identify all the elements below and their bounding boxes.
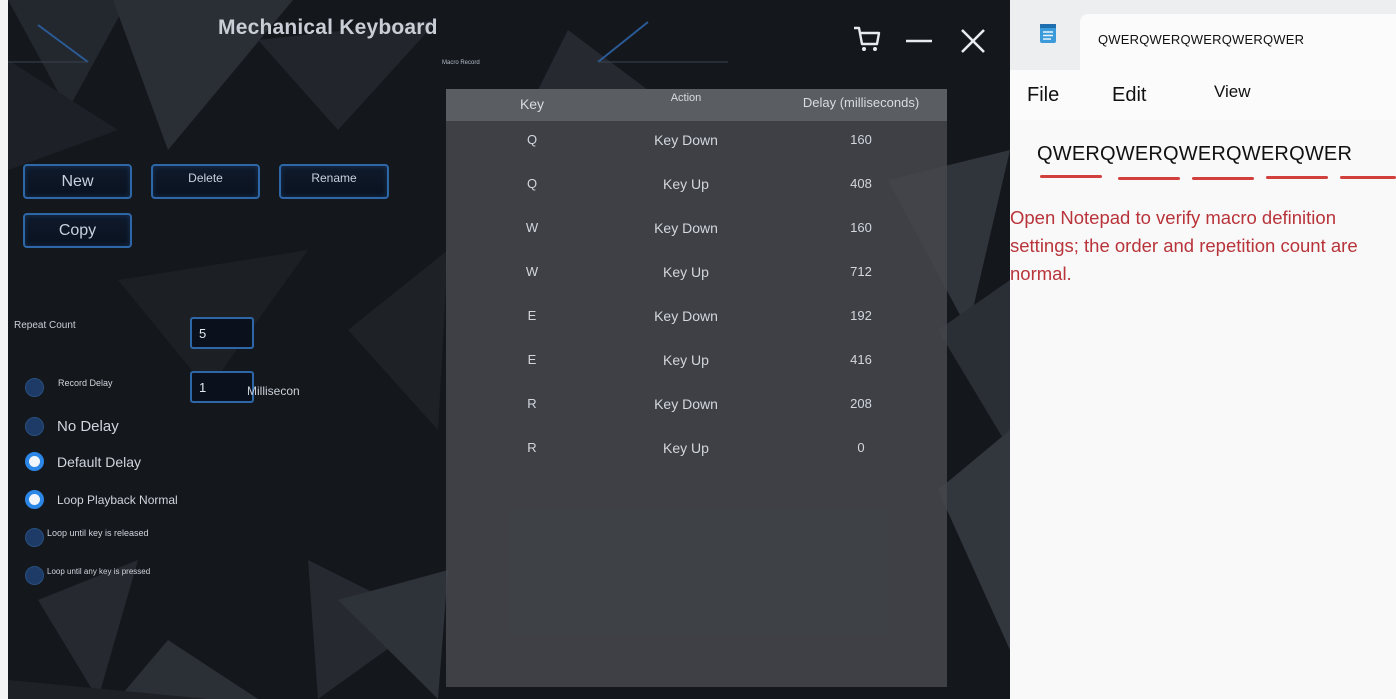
minimize-button[interactable] (902, 22, 936, 56)
record-delay-radio[interactable] (25, 378, 44, 397)
row-delay: 192 (850, 308, 872, 323)
macro-record-table: Key Action Delay (milliseconds) Q Key Do… (446, 89, 947, 687)
row-key: E (527, 308, 537, 323)
row-key: W (525, 264, 539, 279)
menu-view[interactable]: View (1214, 82, 1251, 102)
record-delay-unit: Millisecon (247, 384, 300, 398)
menu-file[interactable]: File (1027, 84, 1059, 107)
row-key: Q (526, 176, 538, 191)
close-button[interactable] (956, 22, 990, 56)
row-key: E (527, 352, 537, 367)
loop-until-any-key-label: Loop until any key is pressed (47, 566, 151, 576)
row-key: W (525, 220, 539, 235)
copy-button[interactable]: Copy (23, 213, 132, 248)
row-action: Key Up (663, 352, 709, 368)
row-action: Key Down (654, 308, 718, 324)
macro-record-caption: Macro Record (442, 60, 480, 66)
row-key: Q (526, 132, 538, 147)
loop-playback-normal-radio[interactable] (25, 490, 44, 509)
no-delay-option[interactable]: No Delay (25, 417, 119, 436)
app-title: Mechanical Keyboard (218, 16, 438, 39)
record-delay-input[interactable] (190, 371, 254, 403)
row-delay: 416 (850, 352, 872, 367)
notepad-window: QWERQWERQWERQWERQWER File Edit View QWER… (1010, 0, 1396, 699)
cart-button[interactable] (850, 22, 884, 56)
loop-until-released-label: Loop until key is released (47, 528, 149, 538)
loop-until-any-key-option[interactable]: Loop until any key is pressed (25, 566, 150, 585)
repeat-count-input[interactable] (190, 317, 254, 349)
row-delay: 208 (850, 396, 872, 411)
loop-playback-normal-label: Loop Playback Normal (57, 492, 178, 507)
tab-title: QWERQWERQWERQWERQWER (1098, 32, 1305, 47)
row-action: Key Down (654, 396, 718, 412)
row-key: R (527, 396, 537, 411)
minimize-icon (906, 39, 932, 43)
record-delay-option[interactable]: Record Delay (25, 378, 113, 397)
default-delay-label: Default Delay (57, 453, 142, 470)
default-delay-option[interactable]: Default Delay (25, 452, 141, 471)
table-row[interactable]: Q Key Up 408 (446, 171, 947, 201)
row-action: Key Up (663, 176, 709, 192)
table-row[interactable]: W Key Up 712 (446, 259, 947, 289)
table-row[interactable]: R Key Up 0 (446, 435, 947, 465)
row-action: Key Up (663, 440, 709, 456)
table-row[interactable]: R Key Down 208 (446, 391, 947, 421)
notepad-icon (1040, 24, 1056, 43)
row-delay: 712 (850, 264, 872, 279)
header-action: Action (670, 92, 702, 104)
no-delay-label: No Delay (57, 418, 119, 435)
table-row[interactable]: Q Key Down 160 (446, 127, 947, 157)
new-button[interactable]: New (23, 164, 132, 199)
header-delay: Delay (milliseconds) (802, 95, 920, 110)
row-delay: 160 (850, 220, 872, 235)
notepad-tab-bar: QWERQWERQWERQWERQWER (1010, 0, 1396, 70)
spellcheck-underline (1340, 176, 1396, 179)
annotation-note: Open Notepad to verify macro definition … (1010, 207, 1358, 284)
table-row[interactable]: E Key Up 416 (446, 347, 947, 377)
notepad-tab[interactable]: QWERQWERQWERQWERQWER (1080, 14, 1396, 70)
default-delay-radio[interactable] (25, 452, 44, 471)
row-action: Key Up (663, 264, 709, 280)
delete-button[interactable]: Delete (151, 164, 260, 199)
loop-until-released-option[interactable]: Loop until key is released (25, 528, 149, 547)
rename-button[interactable]: Rename (279, 164, 389, 199)
text-editor-area[interactable]: QWERQWERQWERQWERQWER Open Notepad to ver… (1010, 120, 1396, 699)
table-row[interactable]: W Key Down 160 (446, 215, 947, 245)
close-icon (961, 29, 985, 53)
record-delay-label: Record Delay (58, 377, 113, 388)
editor-text[interactable]: QWERQWERQWERQWERQWER (1037, 143, 1352, 166)
cart-icon (854, 26, 881, 51)
spellcheck-underline (1266, 176, 1328, 179)
no-delay-radio[interactable] (25, 417, 44, 436)
keyboard-app-window: Mechanical Keyboard New Delete Rename Co… (8, 0, 1010, 699)
row-action: Key Down (654, 220, 718, 236)
header-key: Key (519, 96, 545, 112)
spellcheck-underline (1192, 177, 1254, 180)
menu-bar: File Edit View (1010, 70, 1396, 120)
row-delay: 0 (857, 440, 865, 455)
spellcheck-underline (1118, 177, 1180, 180)
loop-until-any-key-radio[interactable] (25, 566, 44, 585)
table-row[interactable]: E Key Down 192 (446, 303, 947, 333)
table-header: Key Action Delay (milliseconds) (446, 89, 947, 121)
spellcheck-underline (1040, 175, 1102, 178)
loop-until-released-radio[interactable] (25, 528, 44, 547)
row-key: R (527, 440, 537, 455)
row-delay: 160 (850, 132, 872, 147)
row-delay: 408 (850, 176, 872, 191)
menu-edit[interactable]: Edit (1112, 84, 1146, 107)
row-action: Key Down (654, 132, 718, 148)
repeat-count-label: Repeat Count (14, 320, 76, 331)
loop-playback-normal-option[interactable]: Loop Playback Normal (25, 490, 178, 509)
